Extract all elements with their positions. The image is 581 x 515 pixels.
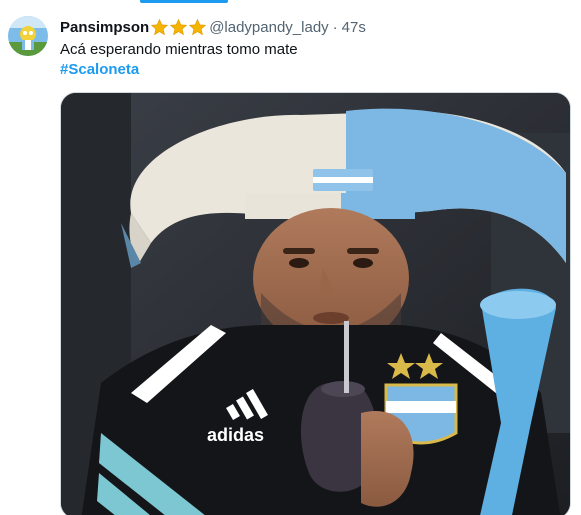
avatar[interactable]: [8, 16, 48, 56]
display-name[interactable]: Pansimpson: [60, 19, 149, 36]
tweet-text: Acá esperando mientras tomo mate: [60, 41, 298, 58]
jersey-brand-text: adidas: [207, 425, 264, 445]
separator-dot: ·: [332, 18, 338, 36]
tweet[interactable]: Pansimpson @ladypandy_lady · 47s Acá esp…: [0, 4, 581, 515]
tweet-header: Pansimpson @ladypandy_lady · 47s: [60, 16, 366, 38]
user-handle[interactable]: @ladypandy_lady: [209, 19, 328, 36]
meme-photo-icon: adidas: [61, 93, 570, 515]
badge-emojis: [150, 18, 207, 37]
hashtag-link[interactable]: #Scaloneta: [60, 60, 139, 80]
timestamp[interactable]: 47s: [342, 19, 366, 36]
star-icon: [150, 18, 169, 35]
star-icon: [188, 18, 207, 35]
star-icon: [169, 18, 188, 35]
tweet-image[interactable]: adidas: [60, 92, 571, 515]
